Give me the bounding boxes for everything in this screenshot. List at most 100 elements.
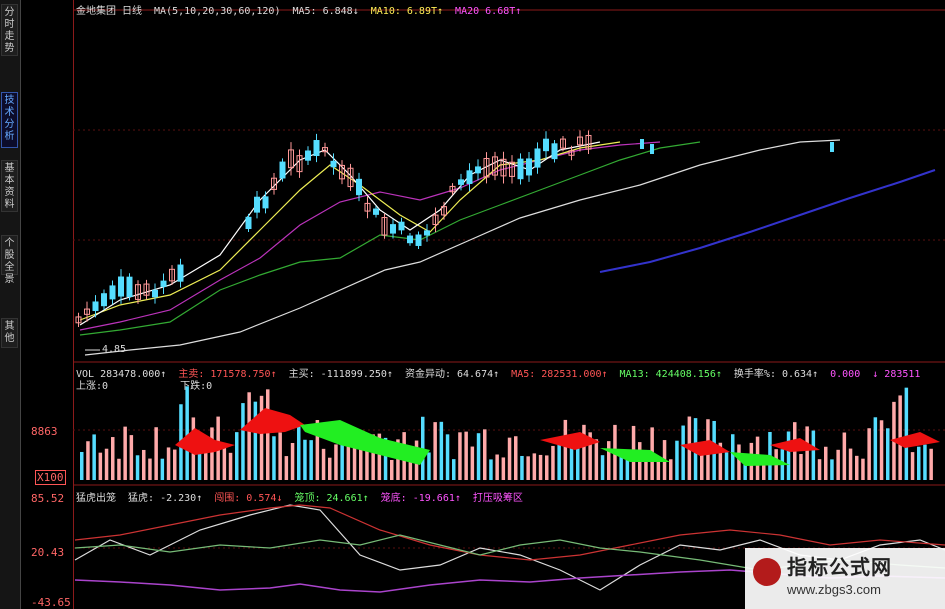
candle-body <box>415 234 422 246</box>
candle-body <box>356 178 362 196</box>
volume-bar <box>266 389 270 480</box>
volume-bar <box>532 453 537 480</box>
volume-bar <box>272 436 276 480</box>
zone-label: 打压吸筹区 <box>472 493 523 504</box>
turnover-value: 0.634↑ <box>781 369 819 380</box>
main-header: 金地集团 日线 MA(5,10,20,30,60,120) MA5: 6.848↓… <box>76 2 527 17</box>
volume-bar <box>805 426 809 480</box>
volume-bar <box>470 446 475 480</box>
long-diff-value: 笼底: -19.661↑ <box>380 493 461 504</box>
candle-body <box>640 139 644 149</box>
volume-bar <box>737 444 741 480</box>
cloud-band <box>890 432 940 448</box>
volume-bar <box>873 417 878 480</box>
ma-green-line <box>79 141 701 336</box>
volume-bar <box>439 421 444 480</box>
candle-body <box>526 158 532 176</box>
candle-body <box>330 160 337 168</box>
volume-bar <box>303 439 307 480</box>
rise-fall-row: 上涨:0 下跌:0 <box>76 377 218 392</box>
volume-bar <box>204 450 208 480</box>
watermark: 指标公式网 www.zbgs3.com <box>745 548 945 609</box>
volume-bar <box>117 458 121 480</box>
volume-bar <box>334 444 338 480</box>
chart-canvas[interactable] <box>0 0 945 609</box>
volume-bar <box>433 422 437 480</box>
candle-body <box>650 144 654 154</box>
volume-bar <box>669 459 673 480</box>
period-label[interactable]: 日线 <box>122 6 142 17</box>
candle-body <box>398 221 405 231</box>
vol-ma13: MA13: 424408.156↑ <box>619 369 722 380</box>
volume-bar <box>390 459 394 480</box>
candle-body <box>262 196 269 209</box>
volume-bar <box>526 456 530 480</box>
ma-params: MA(5,10,20,30,60,120) <box>154 6 281 17</box>
cloud-band <box>680 440 730 456</box>
candle-body <box>313 140 320 156</box>
rise-count: 上涨:0 <box>76 381 109 392</box>
volume-bar <box>786 431 791 480</box>
volume-bar <box>483 429 487 480</box>
volume-bar <box>507 437 512 480</box>
watermark-url: www.zbgs3.com <box>787 582 881 597</box>
ma-white-long-line <box>84 139 841 356</box>
candle-body <box>517 158 524 180</box>
volume-bar <box>855 455 859 480</box>
volume-bar <box>284 456 289 480</box>
volume-bar <box>365 449 369 480</box>
volume-bar <box>241 403 245 480</box>
volume-bar <box>92 434 96 480</box>
volume-bar <box>836 449 840 480</box>
tiger-value: 猛虎: -2.230↑ <box>128 493 203 504</box>
candle-body <box>830 142 834 152</box>
candle-body <box>407 235 413 244</box>
volume-bar <box>879 420 884 480</box>
volume-bar <box>799 453 803 480</box>
stock-name[interactable]: 金地集团 <box>76 6 116 17</box>
volume-bar <box>923 444 927 480</box>
volume-bar <box>154 427 158 480</box>
volume-bar <box>111 437 115 480</box>
volume-bar <box>452 459 456 480</box>
volume-bar <box>538 454 543 480</box>
volume-bar <box>228 452 233 480</box>
candle-body <box>101 293 107 307</box>
candle-body <box>118 276 124 297</box>
candle-body <box>466 170 473 184</box>
volume-bar <box>104 448 109 480</box>
volume-bar <box>817 459 822 480</box>
ma-blue-line <box>599 169 936 273</box>
volume-bar <box>867 428 871 480</box>
volume-bar <box>886 428 890 480</box>
volume-bar <box>489 459 493 480</box>
volume-bar <box>681 425 685 480</box>
candle-body <box>126 276 133 297</box>
volume-bar <box>582 424 586 480</box>
candle-body <box>424 230 430 236</box>
fund-value: 64.674↑ <box>456 369 500 380</box>
volume-bar <box>427 452 431 480</box>
extra-value-1: 0.000 <box>830 369 861 380</box>
buy-label: 主买: <box>288 369 315 380</box>
candle-body <box>458 179 464 185</box>
volume-bar <box>600 455 605 480</box>
volume-bar <box>724 452 729 480</box>
volume-bar <box>173 449 177 480</box>
candle-body <box>373 208 379 215</box>
volume-bar <box>135 455 140 480</box>
candle-body <box>152 289 158 298</box>
volume-bar <box>514 436 518 480</box>
volume-bar <box>259 395 264 480</box>
volume-bar <box>458 432 462 480</box>
candle-body <box>92 301 99 312</box>
volume-bar <box>235 432 239 480</box>
turnover-label: 换手率%: <box>733 369 776 380</box>
cloud-band <box>300 420 430 465</box>
volume-bar <box>142 449 146 480</box>
volume-bar <box>501 457 506 480</box>
ma-magenta-line <box>79 141 661 331</box>
indicator-name[interactable]: 猛虎出笼 <box>76 493 116 504</box>
low-price-label: 4.85 <box>102 344 127 355</box>
volume-bar <box>328 457 332 480</box>
